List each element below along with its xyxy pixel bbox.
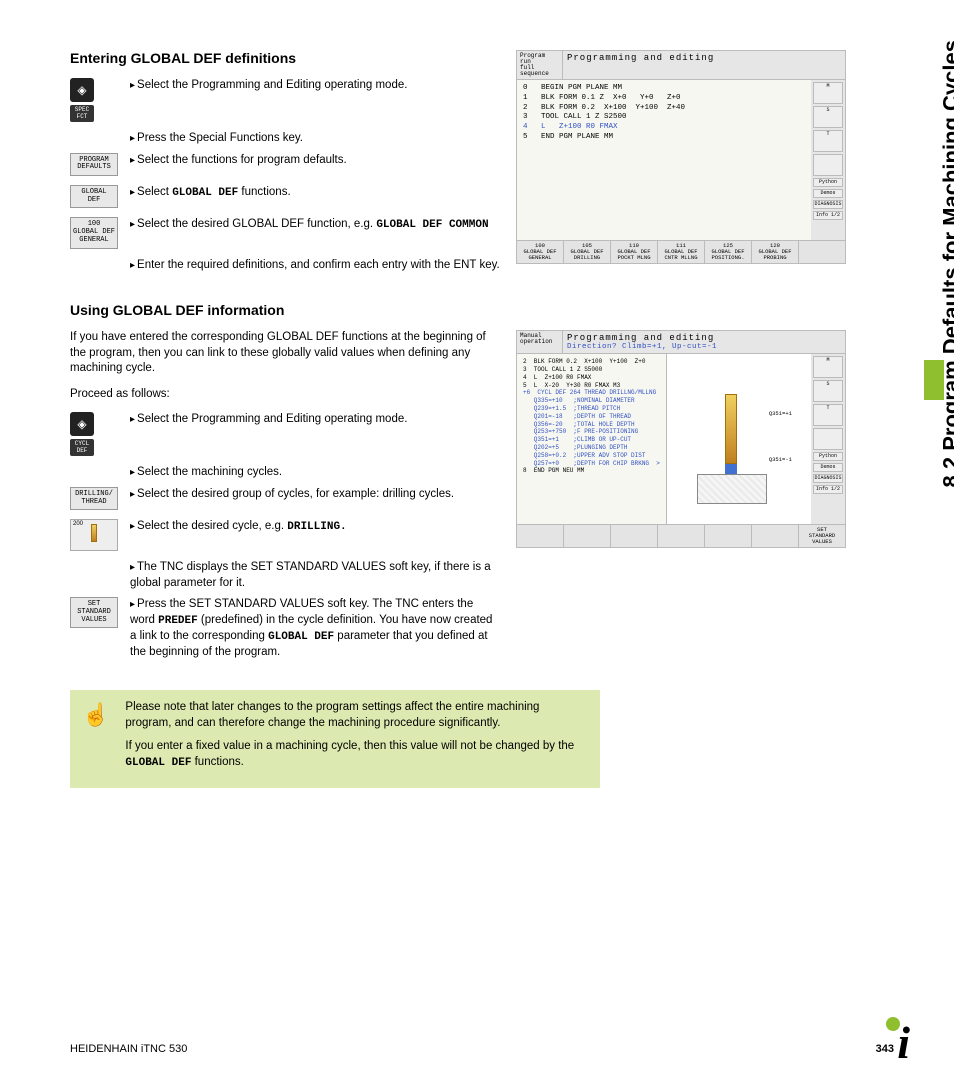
- product-name: HEIDENHAIN iTNC 530: [70, 1043, 187, 1055]
- softkey[interactable]: [799, 241, 845, 263]
- caution-note: ☝ Please note that later changes to the …: [70, 690, 600, 788]
- side-panel-box[interactable]: S: [813, 106, 843, 128]
- step-text: Enter the required definitions, and conf…: [126, 258, 500, 274]
- side-panel-box[interactable]: [813, 428, 843, 450]
- softkey[interactable]: 125 GLOBAL DEF POSITIONG.: [705, 241, 752, 263]
- cycl-def-key[interactable]: CYCL DEF: [70, 439, 94, 456]
- side-panel-box[interactable]: Info 1/2: [813, 485, 843, 494]
- code-line: Q356=-20 ;TOTAL HOLE DEPTH: [523, 421, 660, 429]
- screenshot-programming-editing-2: Manual operation Programming and editing…: [516, 330, 846, 548]
- code-line: Q335=+10 ;NOMINAL DIAMETER: [523, 397, 660, 405]
- program-listing: 0 BEGIN PGM PLANE MM1 BLK FORM 0.1 Z X+0…: [517, 80, 811, 240]
- note-paragraph: If you enter a fixed value in a machinin…: [125, 739, 588, 770]
- screen-title: Programming and editing Direction? Climb…: [563, 331, 845, 353]
- code-line: 0 BEGIN PGM PLANE MM: [523, 84, 805, 94]
- step-text: Press the Special Functions key.: [126, 131, 500, 147]
- side-panel-box[interactable]: T: [813, 130, 843, 152]
- set-standard-values-softkey[interactable]: SET STANDARD VALUES: [70, 597, 118, 628]
- code-line: Q257=+0 ;DEPTH FOR CHIP BRKNG >: [523, 460, 660, 468]
- code-line: 1 BLK FORM 0.1 Z X+0 Y+0 Z+0: [523, 94, 805, 104]
- section-title-vertical: 8.2 Program Defaults for Machining Cycle…: [938, 40, 954, 487]
- spec-fct-key[interactable]: SPEC FCT: [70, 105, 94, 122]
- code-line: Q253=+750 ;F PRE-POSITIONING: [523, 428, 660, 436]
- code-line: 4 L Z+100 R0 FMAX: [523, 374, 660, 382]
- side-panel-box[interactable]: T: [813, 404, 843, 426]
- softkey[interactable]: [517, 525, 564, 547]
- code-line: 3 TOOL CALL 1 Z S2500: [523, 113, 805, 123]
- step-text: Select GLOBAL DEF functions.: [126, 185, 500, 201]
- side-panel-box[interactable]: Python: [813, 178, 843, 187]
- step-text: Select the desired group of cycles, for …: [126, 487, 500, 503]
- heading-entering: Entering GLOBAL DEF definitions: [70, 50, 500, 66]
- heading-using: Using GLOBAL DEF information: [70, 302, 894, 318]
- code-line: Q258=+0.2 ;UPPER ADV STOP DIST: [523, 452, 660, 460]
- step-text: Select the desired GLOBAL DEF function, …: [126, 217, 500, 233]
- softkey[interactable]: SET STANDARD VALUES: [799, 525, 845, 547]
- info-icon: i: [897, 1016, 910, 1069]
- code-line: 4 L Z+100 R0 FMAX: [523, 123, 805, 133]
- side-panel-box[interactable]: Python: [813, 452, 843, 461]
- mode-indicator: Program run full sequence: [517, 51, 563, 79]
- code-line: 5 END PGM PLANE MM: [523, 133, 805, 143]
- hand-pointer-icon: ☝: [82, 700, 109, 778]
- proceed-label: Proceed as follows:: [70, 387, 500, 403]
- intro-paragraph: If you have entered the corresponding GL…: [70, 330, 500, 377]
- code-line: 2 BLK FORM 0.2 X+100 Y+100 Z+40: [523, 104, 805, 114]
- side-panel-box[interactable]: DIAGNOSIS: [813, 474, 843, 483]
- side-panel-box[interactable]: M: [813, 82, 843, 104]
- step-text: Select the desired cycle, e.g. DRILLING.: [126, 519, 500, 535]
- section-using-global-def: If you have entered the corresponding GL…: [70, 330, 894, 666]
- softkey[interactable]: [752, 525, 799, 547]
- softkey[interactable]: 111 GLOBAL DEF CNTR MLLNG: [658, 241, 705, 263]
- drilling-thread-softkey[interactable]: DRILLING/ THREAD: [70, 487, 118, 510]
- code-line: Q201=-18 ;DEPTH OF THREAD: [523, 413, 660, 421]
- step-text: Press the SET STANDARD VALUES soft key. …: [126, 597, 500, 660]
- page-number: 343: [876, 1043, 894, 1055]
- mode-indicator: Manual operation: [517, 331, 563, 353]
- side-panel-box[interactable]: Demos: [813, 189, 843, 198]
- side-panel-box[interactable]: [813, 154, 843, 176]
- softkey[interactable]: [658, 525, 705, 547]
- softkey[interactable]: [705, 525, 752, 547]
- code-line: Q202=+5 ;PLUNGING DEPTH: [523, 444, 660, 452]
- program-defaults-softkey[interactable]: PROGRAM DEFAULTS: [70, 153, 118, 176]
- page-footer: HEIDENHAIN iTNC 530 343: [70, 1043, 894, 1055]
- softkey[interactable]: 100 GLOBAL DEF GENERAL: [517, 241, 564, 263]
- code-line: Q351=+1 ;CLIMB OR UP-CUT: [523, 436, 660, 444]
- side-panel-box[interactable]: DIAGNOSIS: [813, 200, 843, 209]
- note-paragraph: Please note that later changes to the pr…: [125, 700, 588, 731]
- global-def-general-softkey[interactable]: 100 GLOBAL DEF GENERAL: [70, 217, 118, 248]
- code-line: 8 END PGM NEU MM: [523, 467, 660, 475]
- softkey[interactable]: 120 GLOBAL DEF PROBING: [752, 241, 799, 263]
- code-line: Q239=+1.5 ;THREAD PITCH: [523, 405, 660, 413]
- program-listing: 2 BLK FORM 0.2 X+100 Y+100 Z+03 TOOL CAL…: [517, 354, 666, 524]
- screen-title: Programming and editing: [563, 51, 845, 79]
- side-panel-box[interactable]: M: [813, 356, 843, 378]
- softkey[interactable]: [611, 525, 658, 547]
- code-line: 5 L X-20 Y+30 R0 FMAX M3: [523, 382, 660, 390]
- step-text: Select the machining cycles.: [126, 465, 500, 481]
- side-panel-box[interactable]: S: [813, 380, 843, 402]
- step-text: Select the Programming and Editing opera…: [126, 78, 500, 94]
- step-text: Select the functions for program default…: [126, 153, 500, 169]
- input-prompt: Direction? Climb=+1, Up-cut=-1: [567, 343, 841, 351]
- step-text: The TNC displays the SET STANDARD VALUES…: [126, 560, 500, 591]
- softkey[interactable]: 110 GLOBAL DEF POCKT MLNG: [611, 241, 658, 263]
- softkey[interactable]: 105 GLOBAL DEF DRILLING: [564, 241, 611, 263]
- side-panel-box[interactable]: Info 1/2: [813, 211, 843, 220]
- section-entering-global-def: Entering GLOBAL DEF definitions ◈ SPEC F…: [70, 50, 894, 280]
- code-line: 3 TOOL CALL 1 Z S5000: [523, 366, 660, 374]
- global-def-softkey[interactable]: GLOBAL DEF: [70, 185, 118, 208]
- diamond-arrow-icon[interactable]: ◈: [70, 412, 94, 436]
- step-text: Select the Programming and Editing opera…: [126, 412, 500, 428]
- side-panel-box[interactable]: Demos: [813, 463, 843, 472]
- code-line: +6 CYCL DEF 264 THREAD DRILLNG/MLLNG: [523, 389, 660, 397]
- cycle-200-softkey[interactable]: 200: [70, 519, 118, 551]
- diamond-arrow-icon[interactable]: ◈: [70, 78, 94, 102]
- side-tab: 8.2 Program Defaults for Machining Cycle…: [912, 40, 944, 680]
- tool-graphic: Q351=+1 Q351=-1: [666, 354, 811, 524]
- screenshot-programming-editing-1: Program run full sequence Programming an…: [516, 50, 846, 264]
- softkey[interactable]: [564, 525, 611, 547]
- code-line: 2 BLK FORM 0.2 X+100 Y+100 Z+0: [523, 358, 660, 366]
